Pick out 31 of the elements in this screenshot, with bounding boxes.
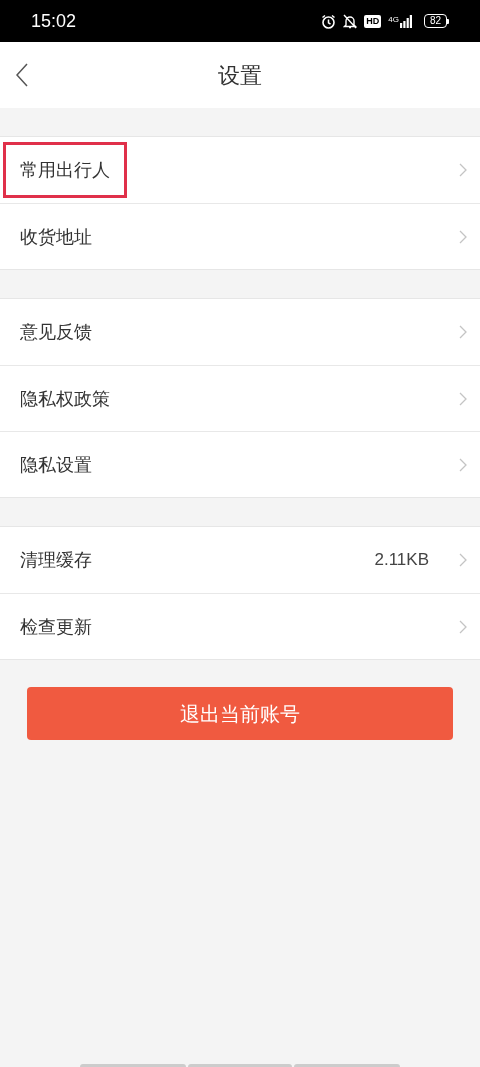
settings-row[interactable]: 隐私设置	[0, 431, 480, 497]
signal-icon	[399, 14, 412, 28]
settings-row[interactable]: 收货地址	[0, 203, 480, 269]
status-time: 15:02	[31, 9, 77, 33]
battery-icon: 82	[423, 14, 449, 28]
back-icon	[16, 63, 28, 87]
settings-row[interactable]: 检查更新	[0, 593, 480, 659]
row-value: 2.11KB	[374, 549, 429, 572]
row-label: 检查更新	[20, 614, 92, 639]
row-label: 隐私设置	[20, 452, 92, 477]
row-label: 常用出行人	[20, 158, 110, 182]
row-label: 隐私权政策	[20, 386, 110, 411]
alarm-icon	[321, 13, 337, 29]
row-label: 清理缓存	[20, 548, 92, 572]
bell-muted-icon	[343, 13, 358, 29]
chevron-right-icon	[459, 457, 467, 472]
page-title: 设置	[218, 61, 262, 90]
row-label: 收货地址	[20, 224, 92, 249]
row-label: 意见反馈	[20, 320, 92, 344]
chevron-right-icon	[459, 163, 467, 177]
settings-row[interactable]: 清理缓存 2.11KB	[0, 527, 480, 593]
chevron-right-icon	[459, 553, 467, 567]
settings-row[interactable]: 隐私权政策	[0, 365, 480, 431]
hd-badge: HD	[364, 14, 382, 28]
chevron-right-icon	[459, 325, 467, 339]
chevron-right-icon	[459, 619, 467, 634]
settings-row[interactable]: 常用出行人	[0, 137, 480, 203]
settings-row[interactable]: 意见反馈	[0, 299, 480, 365]
chevron-right-icon	[459, 391, 467, 406]
network-label: 4G	[388, 14, 399, 24]
chevron-right-icon	[459, 229, 467, 244]
